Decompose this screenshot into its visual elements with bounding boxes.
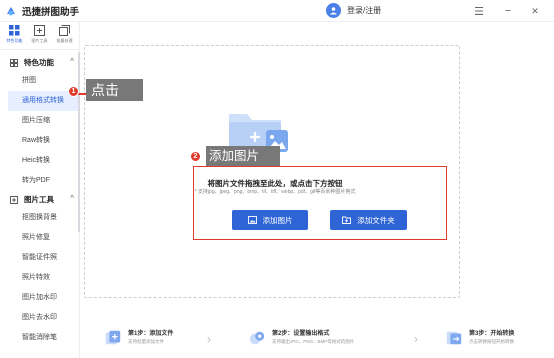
tab-batch-label: 批量处理 bbox=[56, 38, 73, 43]
tab-image-tools[interactable]: 图片工具 bbox=[27, 22, 52, 49]
sidebar-item-raw[interactable]: Raw转换 bbox=[0, 131, 79, 151]
sidebar-scrollbar[interactable] bbox=[78, 52, 80, 232]
user-avatar-icon bbox=[326, 3, 341, 18]
section-tools-header[interactable]: 图片工具 ^ bbox=[0, 191, 79, 208]
login-register-label: 登录/注册 bbox=[347, 6, 382, 15]
tab-featured[interactable]: 特色功能 bbox=[2, 22, 27, 49]
settings-gear-icon bbox=[248, 328, 266, 346]
sidebar-item-compress[interactable]: 图片压缩 bbox=[0, 111, 79, 131]
step-2-title: 第2步：设置输出格式 bbox=[272, 331, 330, 337]
step-2: 第2步：设置输出格式 支持输出JPG、PNG、BMP等格式的图片 bbox=[248, 328, 354, 346]
sidebar-item-eraser[interactable]: 智能消除笔 bbox=[0, 328, 79, 348]
callout-click: 点击 bbox=[86, 79, 143, 101]
login-register[interactable]: 登录/注册 bbox=[326, 3, 381, 18]
sidebar-item-effects[interactable]: 照片特效 bbox=[0, 268, 79, 288]
sidebar-item-id-photo[interactable]: 智能证件照 bbox=[0, 248, 79, 268]
app-title: 迅捷拼图助手 bbox=[22, 6, 80, 18]
step-1: 第1步：添加文件 支持批量添加文件 bbox=[104, 328, 173, 346]
grid-icon bbox=[9, 25, 20, 36]
menu-icon[interactable]: ☰ bbox=[471, 3, 487, 19]
chevron-right-icon: › bbox=[207, 332, 211, 346]
step-3: 第3步：开始转换 点击转换按钮开始转换 bbox=[445, 328, 514, 346]
sidebar-item-cutout[interactable]: 抠图换背景 bbox=[0, 208, 79, 228]
image-tool-icon bbox=[34, 25, 45, 36]
sidebar-item-heic[interactable]: Heic转换 bbox=[0, 151, 79, 171]
section-image-tool-icon bbox=[10, 195, 18, 204]
sidebar-item-remove-watermark[interactable]: 图片去水印 bbox=[0, 308, 79, 328]
sidebar-item-pdf[interactable]: 转为PDF bbox=[0, 171, 79, 191]
tab-image-tools-label: 图片工具 bbox=[31, 38, 48, 43]
chevron-up-icon: ^ bbox=[70, 195, 75, 202]
chevron-up-icon: ^ bbox=[70, 58, 75, 65]
highlight-box bbox=[193, 166, 447, 240]
callout-badge-1: 1 bbox=[68, 86, 79, 97]
tab-batch[interactable]: 批量处理 bbox=[52, 22, 77, 49]
callout-add-image: 添加图片 bbox=[206, 146, 280, 166]
sidebar-item-restore[interactable]: 照片修复 bbox=[0, 228, 79, 248]
batch-icon bbox=[59, 25, 70, 36]
step-2-sub: 支持输出JPG、PNG、BMP等格式的图片 bbox=[272, 339, 355, 344]
section-featured-title: 特色功能 bbox=[24, 58, 54, 67]
step-1-sub: 支持批量添加文件 bbox=[128, 339, 164, 344]
sidebar: 特色功能 图片工具 批量处理 特色功能 ^ 拼图 通用格式转换 图片压缩 Raw… bbox=[0, 22, 80, 358]
section-tools-title: 图片工具 bbox=[24, 195, 54, 204]
minimize-button[interactable]: − bbox=[500, 3, 516, 19]
step-3-sub: 点击转换按钮开始转换 bbox=[469, 339, 514, 344]
step-3-title: 第3步：开始转换 bbox=[469, 331, 515, 337]
section-featured-header[interactable]: 特色功能 ^ bbox=[0, 54, 79, 71]
sidebar-item-add-watermark[interactable]: 图片加水印 bbox=[0, 288, 79, 308]
callout-badge-2: 2 bbox=[190, 151, 201, 162]
section-grid-icon bbox=[10, 58, 18, 67]
tab-featured-label: 特色功能 bbox=[6, 38, 23, 43]
chevron-right-icon: › bbox=[414, 332, 418, 346]
convert-icon bbox=[445, 328, 463, 346]
sidebar-item-collage[interactable]: 拼图 bbox=[0, 71, 79, 91]
close-button[interactable]: ✕ bbox=[527, 3, 543, 19]
step-1-title: 第1步：添加文件 bbox=[128, 331, 174, 337]
add-file-icon bbox=[104, 328, 122, 346]
app-logo-icon bbox=[5, 5, 17, 17]
mode-tabs: 特色功能 图片工具 批量处理 bbox=[0, 22, 79, 50]
title-bar: 迅捷拼图助手 登录/注册 ☰ − ✕ bbox=[0, 0, 554, 22]
